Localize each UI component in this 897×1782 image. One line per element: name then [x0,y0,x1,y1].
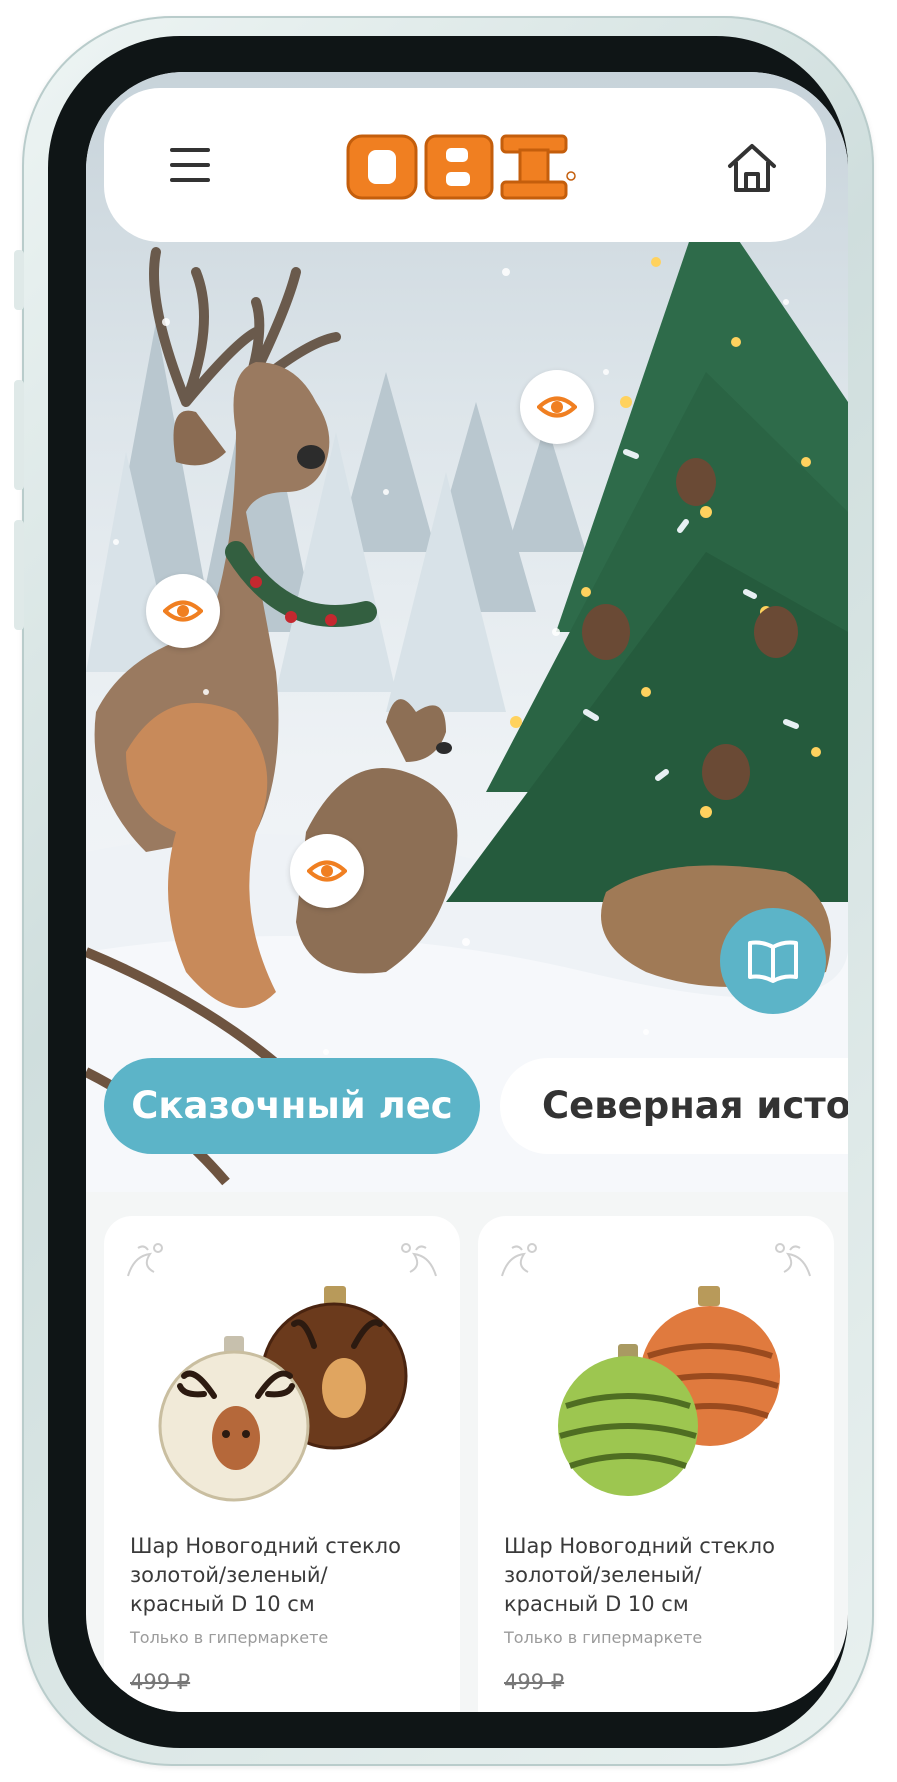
product-name-line: Шар Новогодний стекло [130,1534,401,1558]
product-name-line: золотой/зеленый/ [504,1563,702,1587]
phone-volume-up-button [14,380,24,490]
product-image-green-orange-baubles [558,1286,780,1496]
product-hotspot-squirrel[interactable] [290,834,364,908]
product-name[interactable]: Шар Новогодний стекло золотой/зеленый/ к… [130,1532,450,1619]
eye-icon [537,396,577,418]
phone-volume-down-button [14,520,24,630]
product-image-deer-baubles [158,1286,408,1502]
obi-logo-mark [346,134,576,200]
eye-icon [163,600,203,622]
product-name-line: золотой/зеленый/ [130,1563,328,1587]
home-icon-glyph [728,144,776,192]
open-book-icon [748,940,798,983]
catalog-book-button[interactable] [720,908,826,1014]
obi-logo[interactable] [344,132,576,202]
hamburger-menu-icon[interactable] [170,148,210,184]
product-name[interactable]: Шар Новогодний стекло золотой/зеленый/ к… [504,1532,824,1619]
home-icon[interactable] [724,142,780,194]
product-name-line: красный D 10 см [504,1592,689,1616]
product-hotspot-tree[interactable] [520,370,594,444]
product-card[interactable]: Шар Новогодний стекло золотой/зеленый/ к… [478,1216,834,1712]
product-old-price: 499 ₽ [130,1670,191,1694]
category-tab-northern-story[interactable]: Северная истор [500,1058,848,1154]
app-header [104,88,826,242]
hero-banner: Сказочный лес Северная истор [86,72,848,1192]
phone-side-button [14,250,24,310]
product-availability: Только в гипермаркете [504,1628,703,1647]
category-tab-fairy-forest[interactable]: Сказочный лес [104,1058,480,1154]
product-old-price: 499 ₽ [504,1670,565,1694]
product-availability: Только в гипермаркете [130,1628,329,1647]
eye-icon [307,860,347,882]
phone-screen: Сказочный лес Северная истор Шар Новогод [86,72,848,1712]
product-name-line: красный D 10 см [130,1592,315,1616]
product-name-line: Шар Новогодний стекло [504,1534,775,1558]
product-hotspot-reindeer[interactable] [146,574,220,648]
product-card[interactable]: Шар Новогодний стекло золотой/зеленый/ к… [104,1216,460,1712]
